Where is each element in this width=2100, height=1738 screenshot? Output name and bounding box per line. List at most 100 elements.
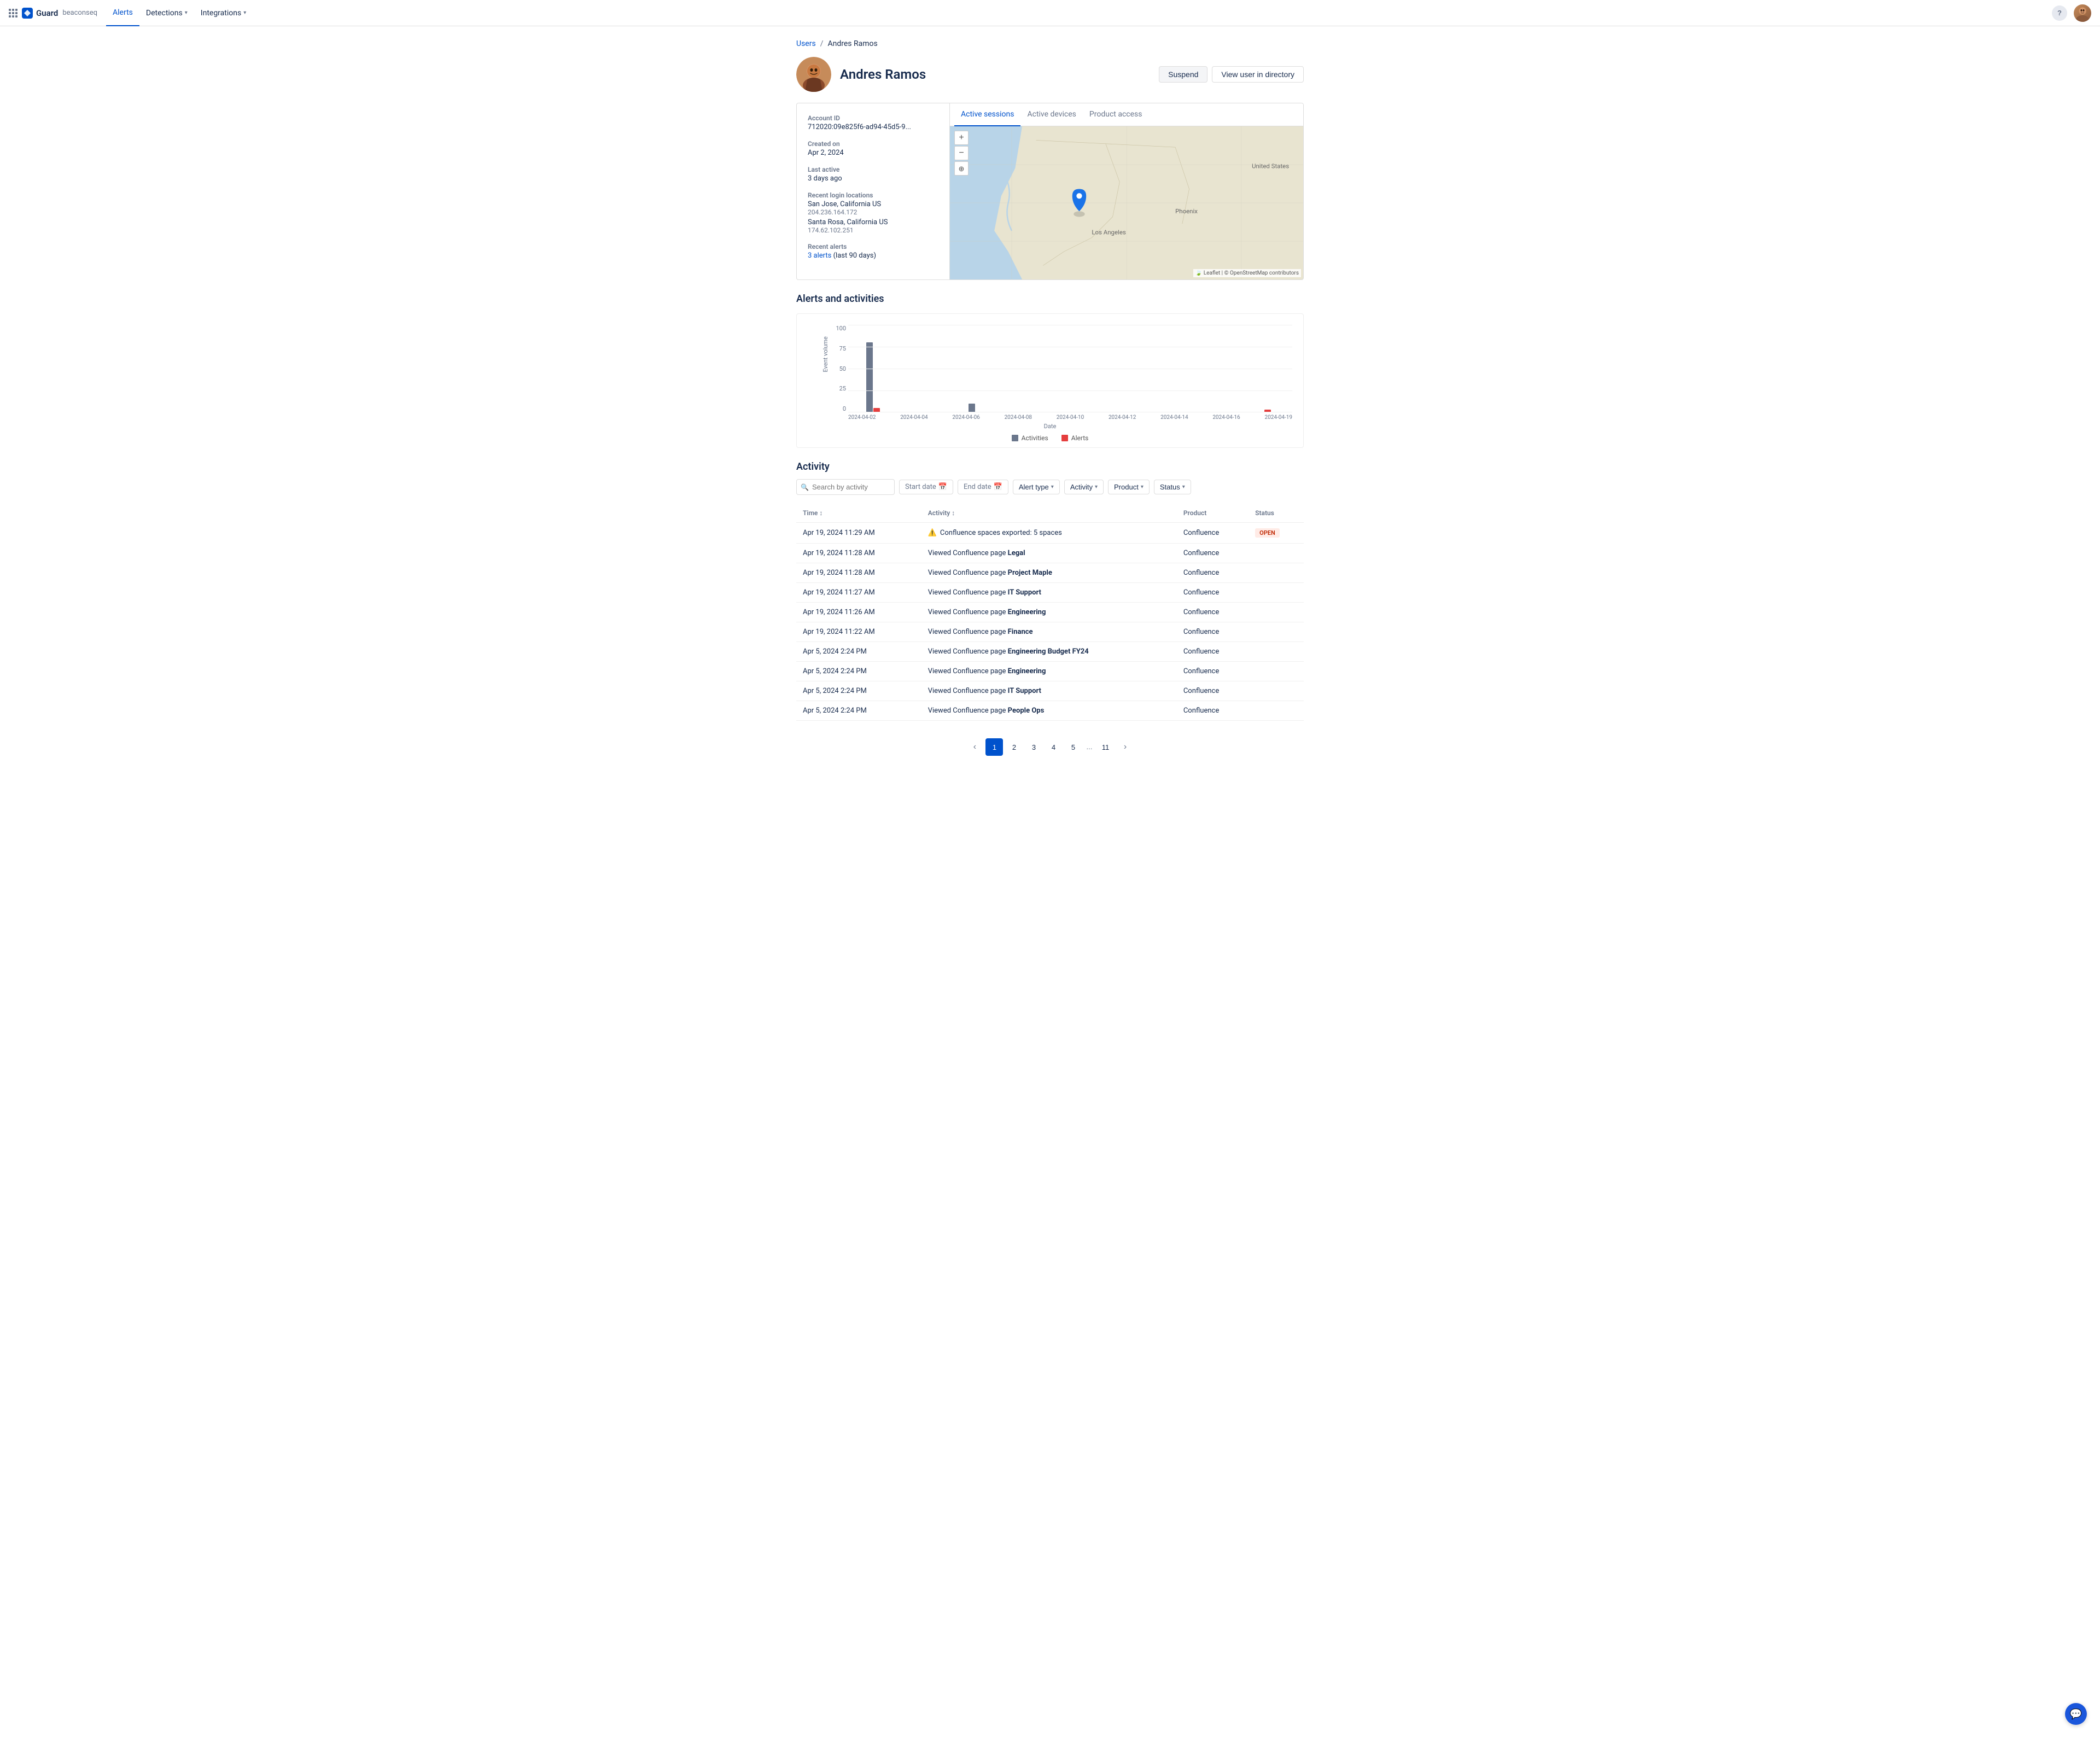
chart-container: Event volume 100 75 50 25 0 [796, 313, 1304, 448]
cell-status [1249, 563, 1304, 583]
nav-alerts[interactable]: Alerts [106, 0, 139, 26]
table-row: Apr 19, 2024 11:29 AM⚠️Confluence spaces… [796, 523, 1304, 544]
integrations-chevron: ▾ [243, 10, 246, 16]
start-date-filter[interactable]: Start date 📅 [899, 480, 953, 494]
view-directory-button[interactable]: View user in directory [1212, 66, 1304, 83]
dropdown-chevron-3: ▾ [1141, 484, 1144, 490]
tenant-name: beaconseq [62, 9, 97, 17]
calendar-icon: 📅 [938, 483, 947, 491]
user-actions: Suspend View user in directory [1159, 66, 1304, 83]
map-zoom-in[interactable]: + [954, 131, 969, 145]
activity-section: Activity 🔍 Start date 📅 End date 📅 Alert… [796, 461, 1304, 762]
end-date-filter[interactable]: End date 📅 [958, 480, 1008, 494]
cell-time: Apr 19, 2024 11:27 AM [796, 583, 921, 603]
help-button[interactable]: ? [2052, 5, 2067, 21]
page-next[interactable]: › [1117, 738, 1134, 756]
cell-status [1249, 583, 1304, 603]
page-prev[interactable]: ‹ [966, 738, 983, 756]
page-4[interactable]: 4 [1045, 738, 1062, 756]
recent-alerts-row: Recent alerts 3 alerts (last 90 days) [808, 243, 938, 260]
app-logo[interactable]: Guard [22, 8, 58, 19]
nav-integrations[interactable]: Integrations ▾ [194, 0, 253, 26]
chart-y-label: Event volume [822, 336, 829, 372]
col-activity[interactable]: Activity ↕ [921, 504, 1177, 523]
cell-activity: Viewed Confluence page People Ops [921, 701, 1177, 721]
alert-type-filter[interactable]: Alert type ▾ [1013, 480, 1060, 494]
created-on-label: Created on [808, 140, 938, 148]
cell-status [1249, 603, 1304, 622]
activity-filter[interactable]: Activity ▾ [1064, 480, 1104, 494]
recent-alerts-label: Recent alerts [808, 243, 938, 250]
col-time[interactable]: Time ↕ [796, 504, 921, 523]
search-input[interactable] [796, 479, 895, 495]
profile-info: Account ID 712020:09e825f6-ad94-45d5-9..… [797, 103, 950, 279]
cell-product: Confluence [1177, 544, 1249, 563]
user-header: Andres Ramos Suspend View user in direct… [796, 57, 1304, 92]
breadcrumb-parent[interactable]: Users [796, 39, 816, 48]
nav-detections[interactable]: Detections ▾ [139, 0, 194, 26]
tab-active-sessions[interactable]: Active sessions [954, 103, 1020, 126]
activity-bar [866, 342, 873, 412]
nav-links: Alerts Detections ▾ Integrations ▾ [106, 0, 253, 26]
map-container: Los Angeles Phoenix United States [950, 126, 1303, 279]
account-id-row: Account ID 712020:09e825f6-ad94-45d5-9..… [808, 114, 938, 131]
cell-product: Confluence [1177, 642, 1249, 662]
page-5[interactable]: 5 [1064, 738, 1082, 756]
user-header-left: Andres Ramos [796, 57, 926, 92]
product-filter[interactable]: Product ▾ [1108, 480, 1150, 494]
tab-product-access[interactable]: Product access [1083, 103, 1149, 126]
activity-bold: Engineering [1008, 667, 1046, 675]
activity-bold: Project Maple [1008, 569, 1052, 577]
map-zoom-out[interactable]: − [954, 146, 969, 160]
cell-activity: Viewed Confluence page Legal [921, 544, 1177, 563]
cell-time: Apr 19, 2024 11:28 AM [796, 563, 921, 583]
page-3[interactable]: 3 [1025, 738, 1042, 756]
cell-time: Apr 19, 2024 11:26 AM [796, 603, 921, 622]
session-tabs: Active sessions Active devices Product a… [950, 103, 1303, 126]
page-11[interactable]: 11 [1097, 738, 1115, 756]
cell-product: Confluence [1177, 563, 1249, 583]
recent-alerts-link[interactable]: 3 alerts [808, 252, 831, 260]
col-product: Product [1177, 504, 1249, 523]
activity-bold: People Ops [1008, 707, 1045, 715]
detections-chevron: ▾ [185, 10, 188, 16]
cell-status [1249, 701, 1304, 721]
cell-activity: Viewed Confluence page IT Support [921, 583, 1177, 603]
cell-time: Apr 5, 2024 2:24 PM [796, 642, 921, 662]
chat-widget[interactable]: 💬 [2065, 1703, 2087, 1725]
page-1[interactable]: 1 [985, 738, 1003, 756]
cell-activity: Viewed Confluence page Engineering Budge… [921, 642, 1177, 662]
map-location[interactable]: ⊕ [954, 161, 969, 176]
user-avatar-nav[interactable] [2074, 4, 2091, 22]
created-on-row: Created on Apr 2, 2024 [808, 140, 938, 157]
login-location-2: Santa Rosa, California US [808, 218, 938, 226]
last-active-value: 3 days ago [808, 174, 938, 183]
activity-filters: 🔍 Start date 📅 End date 📅 Alert type ▾ A… [796, 479, 1304, 495]
cell-activity: ⚠️Confluence spaces exported: 5 spaces [921, 523, 1177, 544]
status-filter[interactable]: Status ▾ [1154, 480, 1191, 494]
dropdown-chevron-2: ▾ [1095, 484, 1098, 490]
table-row: Apr 19, 2024 11:26 AMViewed Confluence p… [796, 603, 1304, 622]
activity-bold: IT Support [1008, 588, 1041, 597]
cell-product: Confluence [1177, 662, 1249, 681]
user-name: Andres Ramos [840, 67, 926, 82]
login-locations-row: Recent login locations San Jose, Califor… [808, 191, 938, 234]
cell-activity: Viewed Confluence page Finance [921, 622, 1177, 642]
map-and-tabs: Active sessions Active devices Product a… [950, 103, 1303, 279]
cell-product: Confluence [1177, 701, 1249, 721]
cell-time: Apr 5, 2024 2:24 PM [796, 701, 921, 721]
cell-product: Confluence [1177, 603, 1249, 622]
legend-alerts: Alerts [1061, 434, 1089, 442]
tab-active-devices[interactable]: Active devices [1020, 103, 1082, 126]
chart-x-axis: 2024-04-02 2024-04-04 2024-04-06 2024-04… [848, 415, 1292, 421]
cell-status [1249, 642, 1304, 662]
cell-activity: Viewed Confluence page IT Support [921, 681, 1177, 701]
suspend-button[interactable]: Suspend [1159, 66, 1208, 83]
cell-time: Apr 5, 2024 2:24 PM [796, 662, 921, 681]
page-2[interactable]: 2 [1005, 738, 1023, 756]
cell-product: Confluence [1177, 681, 1249, 701]
cell-product: Confluence [1177, 523, 1249, 544]
recent-alerts-value: 3 alerts (last 90 days) [808, 252, 938, 260]
grid-menu-icon[interactable] [9, 9, 18, 18]
chart-date-label: Date [808, 423, 1292, 430]
